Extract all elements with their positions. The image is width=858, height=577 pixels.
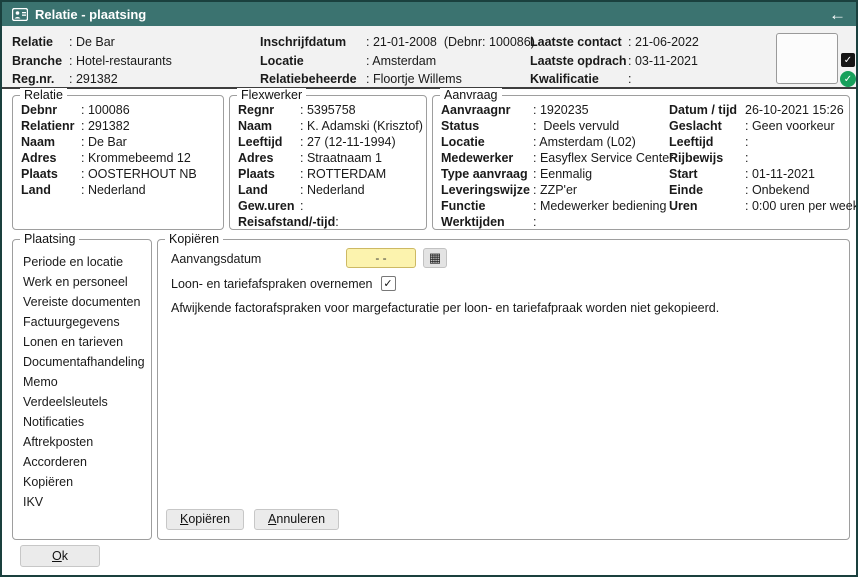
back-arrow-icon[interactable]: ← bbox=[829, 6, 846, 23]
header-field-laatste-opdracht: Laatste opdrach: 03-11-2021 bbox=[530, 53, 698, 68]
copy-note: Afwijkende factorafspraken voor margefac… bbox=[171, 301, 720, 315]
aanvangsdatum-input[interactable] bbox=[346, 248, 416, 268]
kopieren-panel: Kopiëren Aanvangsdatum ▦ Loon- en tarief… bbox=[157, 232, 850, 540]
field-gew-uren: Gew.uren: bbox=[238, 199, 304, 213]
menu-item-accorderen[interactable]: Accorderen bbox=[13, 452, 151, 472]
field-adres: Adres: Straatnaam 1 bbox=[238, 151, 382, 165]
plaatsing-menu: Periode en locatie Werk en personeel Ver… bbox=[13, 240, 151, 512]
menu-item-memo[interactable]: Memo bbox=[13, 372, 151, 392]
kopieren-button-row: Kopiëren Annuleren bbox=[166, 509, 340, 530]
field-naam: Naam: De Bar bbox=[21, 135, 127, 149]
check-icon: ✓ bbox=[383, 278, 393, 290]
header-column-relatie: Relatie: De Bar Branche: Hotel-restauran… bbox=[12, 33, 172, 89]
titlebar: Relatie - plaatsing ← bbox=[2, 2, 856, 26]
field-leeftijd: Leeftijd: bbox=[669, 135, 749, 149]
header-field-relatiebeheerder: Relatiebeheerde: Floortje Willems bbox=[260, 72, 462, 86]
field-plaats: Plaats: OOSTERHOUT NB bbox=[21, 167, 197, 181]
check-icon: ✓ bbox=[843, 73, 853, 85]
menu-item-notificaties[interactable]: Notificaties bbox=[13, 412, 151, 432]
header-field-kwalificatie: Kwalificatie: bbox=[530, 72, 632, 86]
overnemen-label: Loon- en tariefafspraken overnemen bbox=[171, 276, 373, 291]
menu-item-kopieren[interactable]: Kopiëren bbox=[13, 472, 151, 492]
menu-item-lonen-en-tarieven[interactable]: Lonen en tarieven bbox=[13, 332, 151, 352]
menu-item-periode-en-locatie[interactable]: Periode en locatie bbox=[13, 252, 151, 272]
field-geslacht: Geslacht: Geen voorkeur bbox=[669, 119, 835, 133]
header-column-laatste: Laatste contact: 21-06-2022 Laatste opdr… bbox=[530, 33, 699, 89]
calendar-icon: ▦ bbox=[428, 250, 442, 265]
field-adres: Adres: Krommebeemd 12 bbox=[21, 151, 191, 165]
aanvraag-panel: Aanvraag Aanvraagnr: 1920235 Status: Dee… bbox=[432, 88, 856, 230]
relatie-body: Debnr: 100086 Relatienr: 291382 Naam: De… bbox=[13, 96, 223, 198]
field-datum-tijd: Datum / tijd 26-10-2021 15:26 bbox=[669, 103, 844, 117]
kopieren-body: Aanvangsdatum ▦ Loon- en tariefafspraken… bbox=[158, 240, 849, 539]
flexwerker-body: Regnr: 5395758 Naam: K. Adamski (Kriszto… bbox=[230, 96, 426, 230]
field-debnr: Debnr: 100086 bbox=[21, 103, 130, 117]
header-column-inschrijving: Inschrijfdatum: 21-01-2008 (Debnr: 10008… bbox=[260, 33, 535, 89]
field-naam: Naam: K. Adamski (Krisztof) bbox=[238, 119, 423, 133]
relatie-plaatsing-window: Relatie - plaatsing ← Relatie: De Bar Br… bbox=[0, 0, 858, 577]
contact-card-icon bbox=[12, 7, 28, 21]
status-ok-badge: ✓ bbox=[840, 71, 856, 87]
field-plaats: Plaats: ROTTERDAM bbox=[238, 167, 387, 181]
plaatsing-legend: Plaatsing bbox=[20, 232, 80, 246]
window-title: Relatie - plaatsing bbox=[35, 6, 147, 22]
field-land: Land: Nederland bbox=[238, 183, 365, 197]
field-relatienr: Relatienr: 291382 bbox=[21, 119, 130, 133]
annuleren-button[interactable]: Annuleren bbox=[254, 509, 340, 530]
menu-item-ikv[interactable]: IKV bbox=[13, 492, 151, 512]
header-field-branche: Branche: Hotel-restaurants bbox=[12, 53, 172, 68]
aanvraag-body: Aanvraagnr: 1920235 Status: Deels vervul… bbox=[433, 96, 856, 230]
field-einde: Einde: Onbekend bbox=[669, 183, 810, 197]
aanvraag-right-column: Datum / tijd 26-10-2021 15:26 Geslacht: G… bbox=[669, 102, 858, 214]
photo-placeholder bbox=[776, 33, 838, 84]
field-start: Start: 01-11-2021 bbox=[669, 167, 815, 181]
menu-item-documentafhandeling[interactable]: Documentafhandeling bbox=[13, 352, 151, 372]
field-uren: Uren: 0:00 uren per week bbox=[669, 199, 858, 213]
header-field-regnr: Reg.nr.: 291382 bbox=[12, 72, 118, 86]
menu-item-verdeelsleutels[interactable]: Verdeelsleutels bbox=[13, 392, 151, 412]
overnemen-row: Loon- en tariefafspraken overnemen ✓ bbox=[171, 276, 396, 291]
field-regnr: Regnr: 5395758 bbox=[238, 103, 356, 117]
plaatsing-panel: Plaatsing Periode en locatie Werk en per… bbox=[12, 232, 152, 540]
header-field-laatste-contact: Laatste contact: 21-06-2022 bbox=[530, 35, 699, 49]
menu-item-aftrekposten[interactable]: Aftrekposten bbox=[13, 432, 151, 452]
field-leeftijd: Leeftijd: 27 (12-11-1994) bbox=[238, 135, 396, 149]
field-werktijden: Werktijden: bbox=[441, 215, 537, 229]
calendar-picker-button[interactable]: ▦ bbox=[423, 248, 447, 268]
relatie-panel: Relatie Debnr: 100086 Relatienr: 291382 … bbox=[12, 88, 224, 230]
field-land: Land: Nederland bbox=[21, 183, 146, 197]
menu-item-vereiste-documenten[interactable]: Vereiste documenten bbox=[13, 292, 151, 312]
field-rijbewijs: Rijbewijs: bbox=[669, 151, 749, 165]
header-checkbox[interactable]: ✓ bbox=[841, 53, 855, 67]
menu-item-factuurgegevens[interactable]: Factuurgegevens bbox=[13, 312, 151, 332]
aanvangsdatum-label: Aanvangsdatum bbox=[171, 252, 262, 266]
header-field-relatie: Relatie: De Bar bbox=[12, 35, 115, 49]
header-field-locatie: Locatie: Amsterdam bbox=[260, 53, 437, 68]
header-field-inschrijfdatum: Inschrijfdatum: 21-01-2008 (Debnr: 10008… bbox=[260, 35, 535, 49]
check-icon: ✓ bbox=[843, 54, 853, 66]
field-reisafstand: Reisafstand/-tijd: bbox=[238, 215, 339, 229]
ok-button[interactable]: Ok bbox=[20, 545, 100, 567]
menu-item-werk-en-personeel[interactable]: Werk en personeel bbox=[13, 272, 151, 292]
relation-summary-header: Relatie: De Bar Branche: Hotel-restauran… bbox=[2, 26, 856, 89]
kopieren-button[interactable]: Kopiëren bbox=[166, 509, 245, 530]
overnemen-checkbox[interactable]: ✓ bbox=[380, 276, 396, 291]
flexwerker-panel: Flexwerker Regnr: 5395758 Naam: K. Adams… bbox=[229, 88, 427, 230]
